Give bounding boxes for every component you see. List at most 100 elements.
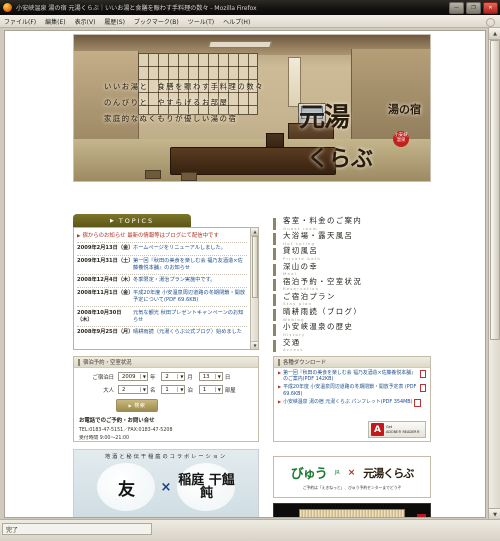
search-button[interactable]: ▶ 検索 [116, 399, 158, 412]
close-button[interactable]: ✕ [483, 2, 498, 14]
nav-label-en: Hot spring [283, 240, 316, 246]
menu-tools[interactable]: ツール(T) [188, 17, 214, 26]
noodle-image [299, 508, 405, 517]
adobe-reader-badge[interactable]: A Get ADOBE® READER® [368, 421, 426, 438]
download-link[interactable]: ▶ 小安峡温泉 湯の宿 元湯くらぶ パンフレット(PDF 354MB) [274, 397, 430, 407]
browser-window: 小安峡温泉 湯の宿 元湯くらぶ｜いいお湯と食膳を賑わす手料理の数々 - Mozi… [0, 0, 500, 541]
nav-bullet-icon [273, 278, 276, 291]
triangle-right-icon: ▶ [77, 234, 81, 239]
hero-copy-line: のんびりと やすらげるお部屋 [104, 98, 229, 107]
triangle-right-icon: ▶ [278, 370, 282, 375]
hero-copy-line: いいお湯と 食膳を賑わす手料理の数々 [104, 82, 265, 91]
site-logo-bottom: くらぶ [307, 146, 374, 172]
cross-icon: × [347, 467, 356, 478]
hero-ceiling-light [208, 41, 273, 48]
download-link[interactable]: ▶ 第一回『秋田の美食を楽しむ会 福乃友酒造×佐藤養悦本舗』のご案内(PDF 1… [274, 368, 430, 382]
topics-panel: ▶ TOPICS ▶ 宿からのお知らせ 最新の情報等はブログにて配信中です 200… [73, 214, 259, 350]
nav-item-reservation[interactable]: 宿泊予約・空室状況 Reservation [273, 277, 431, 293]
reservation-header: 宿泊予約・空室状況 [74, 357, 258, 368]
page-canvas: いいお湯と 食膳を賑わす手料理の数々 のんびりと やすらげるお部屋 家庭的なぬく… [4, 30, 486, 518]
adobe-badge-text: Get ADOBE® READER® [386, 425, 420, 434]
page-scrollbar[interactable]: ▲ ▼ [488, 28, 500, 520]
nav-label-ja: ご宿泊プラン [283, 291, 336, 301]
month-unit: 月 [187, 374, 193, 381]
topics-link[interactable]: 平成20年度 小安温泉周辺道路の冬期閉鎖・開放予定について(PDF 69.6KB… [133, 290, 247, 304]
nav-label-en: Private bath [283, 255, 322, 261]
topics-row[interactable]: 2008年12月4日（木） 冬季限定・湯治プラン実施中です。 [77, 274, 247, 287]
telephone-hours: 受付時間 9:00〜21:00 [79, 436, 130, 441]
topics-row[interactable]: 2008年10月30日（木） 元気な観光 秋田プレゼントキャンペーンのお知らせ [77, 306, 247, 326]
topics-date: 2008年9月25日（月） [77, 329, 134, 336]
scroll-thumb[interactable] [490, 40, 500, 340]
menu-edit[interactable]: 編集(E) [45, 17, 65, 26]
nav-item-private-bath[interactable]: 貸切風呂 Private bath [273, 247, 431, 262]
nav-label-en: History [283, 331, 306, 337]
nav-bullet-icon [273, 324, 276, 337]
download-link[interactable]: ▶ 平成20年度 小安温泉周辺道路の冬期閉鎖・開放予定表 (PDF 69.6KB… [274, 382, 430, 397]
chevron-down-icon: ▼ [139, 387, 146, 392]
rooms-value: 1 [202, 386, 207, 393]
reservation-date-label: ご宿泊日 [92, 374, 114, 381]
motoyu-club-logo: 元湯くらぶ [363, 466, 414, 480]
day-unit: 日 [224, 374, 231, 381]
maximize-button[interactable]: ❐ [466, 2, 481, 14]
menu-history[interactable]: 履歴(S) [104, 17, 125, 26]
topics-link[interactable]: 第一回『秋田の美食を楽しむ会 福乃友酒造×佐藤養悦本舗』のお知らせ [133, 258, 247, 272]
header-bullet-icon [278, 358, 280, 366]
nav-item-stay-plan[interactable]: ご宿泊プラン Stay plan [273, 291, 431, 308]
topics-row[interactable]: 2009年2月13日（金） ホームページをリニューアルしました。 [77, 242, 247, 255]
menu-view[interactable]: 表示(V) [75, 17, 96, 26]
topics-row[interactable]: 2009年1月31日（土） 第一回『秋田の美食を楽しむ会 福乃友酒造×佐藤養悦本… [77, 254, 247, 275]
nav-bullet-icon [273, 293, 276, 306]
browser-viewport: いいお湯と 食膳を賑わす手料理の数々 のんびりと やすらげるお部屋 家庭的なぬく… [0, 28, 500, 520]
nights-value: 1 [165, 386, 169, 393]
menu-help[interactable]: ヘルプ(H) [223, 17, 250, 26]
month-select[interactable]: 2 ▼ [161, 372, 186, 381]
nav-item-weblog[interactable]: 晴耕雨読（ブログ） Weblog [273, 308, 431, 323]
topics-scroll-down-icon[interactable]: ▼ [251, 341, 258, 349]
topics-scrollbar[interactable]: ▲ ▼ [250, 228, 258, 349]
topics-row[interactable]: 2008年11月1日（金） 平成20年度 小安温泉周辺道路の冬期閉鎖・開放予定に… [77, 286, 247, 307]
nav-label-ja: 晴耕雨読（ブログ） [283, 307, 363, 317]
topics-row[interactable]: 2008年9月25日（月） 晴耕雨読（元湯くらぶ公式ブログ）始めました [77, 325, 247, 339]
chevron-down-icon: ▼ [177, 374, 183, 379]
reservation-date-row: ご宿泊日 2009 ▼ 年 2 ▼ 月 13 ▼ 日 [74, 372, 258, 381]
nav-label-en: Meal [283, 271, 298, 277]
nav-bullet-icon [273, 309, 276, 322]
nav-item-access[interactable]: 交通 Access [273, 338, 431, 354]
nav-item-history[interactable]: 小安峡温泉の歴史 History [273, 323, 431, 338]
topics-link[interactable]: 冬季限定・湯治プラン実施中です。 [133, 277, 215, 284]
year-select[interactable]: 2009 ▼ [118, 372, 148, 381]
download-link-text: 第一回『秋田の美食を楽しむ会 福乃友酒造×佐藤養悦本舗』のご案内(PDF 142… [283, 370, 416, 383]
adobe-reader-label: ADOBE® READER® [386, 429, 420, 434]
nav-item-meal[interactable]: 深山の幸 Meal [273, 262, 431, 278]
nav-label-ja: 貸切風呂 [283, 246, 319, 256]
downloads-header-label: 各種ダウンロード [283, 360, 327, 366]
nav-item-guest-room[interactable]: 客室・料金のご案内 Guest room [273, 216, 431, 232]
minimize-button[interactable]: — [449, 2, 464, 14]
topics-link[interactable]: 晴耕雨読（元湯くらぶ公式ブログ）始めました [133, 329, 242, 336]
menu-file[interactable]: ファイル(F) [4, 17, 36, 26]
jr-view-banner[interactable]: びゅう JR × 元湯くらぶ ご予約は「えきねっと」、びゅう予約センターまでどう… [273, 456, 431, 498]
menu-bookmarks[interactable]: ブックマーク(B) [134, 17, 179, 26]
topics-date: 2008年10月30日（木） [77, 309, 122, 323]
cross-icon: × [160, 479, 172, 495]
noodle-banner[interactable]: こだわり 極まる [273, 503, 431, 517]
nav-item-hot-spring[interactable]: 大浴場・露天風呂 Hot spring [273, 232, 431, 247]
collaboration-banner[interactable]: 地酒と秘伝干稲庭のコラボレーション 友 × 稲庭 干饂飩 [73, 449, 259, 517]
nav-label-en: Weblog [283, 316, 305, 322]
topics-scroll-thumb[interactable] [252, 236, 258, 298]
jr-view-logos: びゅう JR × 元湯くらぶ [291, 463, 415, 483]
chevron-down-icon: ▼ [177, 387, 183, 392]
rooms-select[interactable]: 1 ▼ [198, 385, 223, 394]
scroll-up-icon[interactable]: ▲ [489, 28, 500, 40]
topics-date: 2008年11月1日（金） [77, 290, 134, 297]
adults-unit: 名 [150, 387, 156, 394]
topics-link[interactable]: 元気な観光 秋田プレゼントキャンペーンのお知らせ [133, 310, 247, 324]
adults-select[interactable]: 2 ▼ [118, 385, 148, 394]
day-select[interactable]: 13 ▼ [198, 372, 223, 381]
nav-label-en: Access [283, 347, 304, 352]
topics-link[interactable]: ホームページをリニューアルしました。 [133, 245, 226, 252]
nights-select[interactable]: 1 ▼ [161, 385, 186, 394]
topics-scroll-up-icon[interactable]: ▲ [251, 228, 258, 236]
